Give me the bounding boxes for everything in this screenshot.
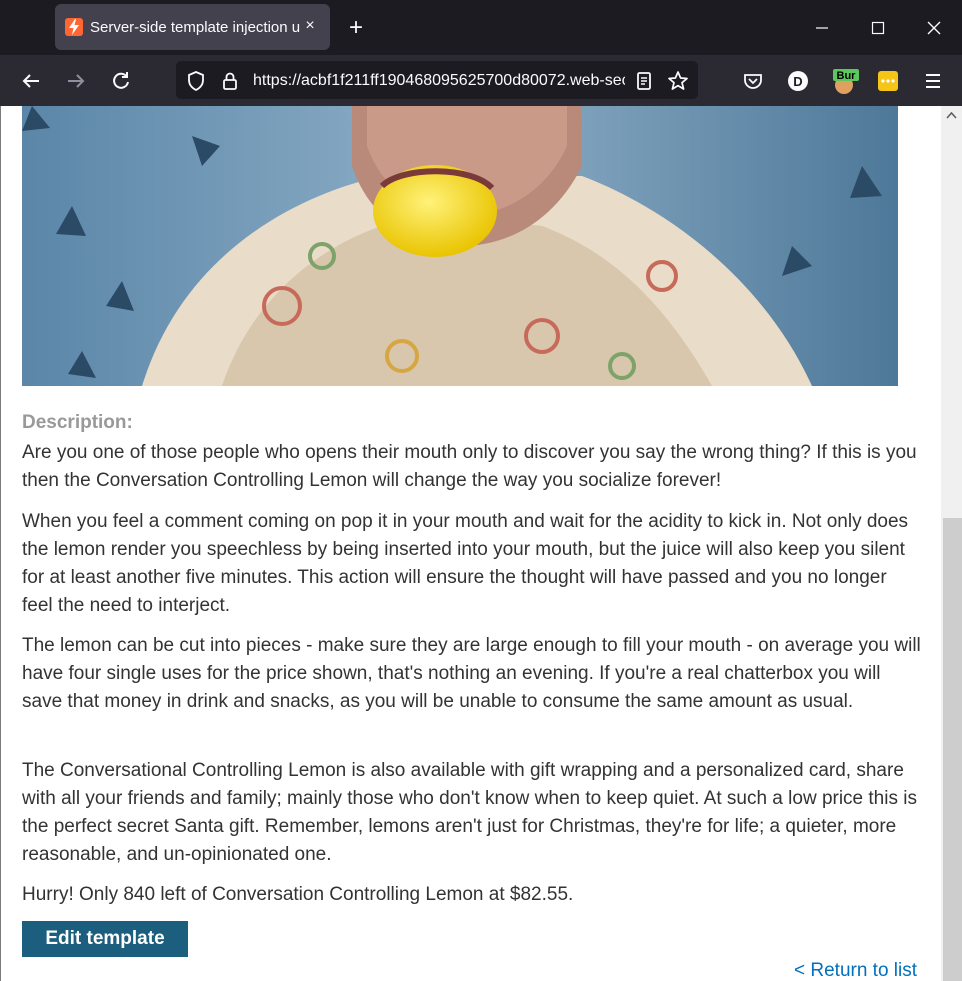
scroll-up-arrow-icon[interactable] <box>941 106 962 124</box>
tab-title: Server-side template injection using <box>90 19 300 36</box>
back-arrow-icon[interactable] <box>17 67 45 95</box>
minimize-icon[interactable] <box>807 14 837 42</box>
lock-icon[interactable] <box>219 70 241 92</box>
reload-icon[interactable] <box>107 67 135 95</box>
description-paragraph: Are you one of those people who opens th… <box>22 442 917 491</box>
browser-navbar: https://acbf1f211ff190468095625700d80072… <box>0 55 962 106</box>
browser-tab-active[interactable]: Server-side template injection using × <box>55 4 330 50</box>
hamburger-menu-icon[interactable] <box>919 67 947 95</box>
edit-template-button[interactable]: Edit template <box>22 921 188 957</box>
window-close-icon[interactable] <box>919 14 949 42</box>
maximize-icon[interactable] <box>863 14 893 42</box>
new-tab-button[interactable]: + <box>343 15 369 41</box>
bookmark-star-icon[interactable] <box>667 70 689 92</box>
reader-view-icon[interactable] <box>633 70 655 92</box>
forward-arrow-icon[interactable] <box>62 67 90 95</box>
return-to-list-link[interactable]: < Return to list <box>794 959 917 981</box>
shield-icon[interactable] <box>185 70 207 92</box>
url-text[interactable]: https://acbf1f211ff190468095625700d80072… <box>253 70 625 92</box>
pocket-icon[interactable] <box>739 67 767 95</box>
stock-message: Hurry! Only 840 left of Conversation Con… <box>22 884 574 905</box>
tab-close-icon[interactable]: × <box>301 17 319 35</box>
burp-extension-icon[interactable]: Bur <box>830 67 859 95</box>
password-manager-icon[interactable] <box>874 67 902 95</box>
profile-initial: D <box>793 74 802 89</box>
scrollbar-thumb[interactable] <box>943 518 962 981</box>
profile-avatar-icon[interactable]: D <box>784 67 812 95</box>
browser-titlebar: Server-side template injection using × + <box>0 0 962 55</box>
product-image <box>22 106 898 386</box>
description-paragraph: The lemon can be cut into pieces - make … <box>22 635 921 712</box>
page-content: Description: Are you one of those people… <box>0 106 942 981</box>
burp-label: Bur <box>837 70 857 82</box>
description-paragraph: When you feel a comment coming on pop it… <box>22 511 909 616</box>
description-paragraph: The Conversational Controlling Lemon is … <box>22 760 917 865</box>
bolt-icon <box>65 18 83 36</box>
address-bar[interactable]: https://acbf1f211ff190468095625700d80072… <box>176 61 698 99</box>
description-label: Description: <box>22 412 133 433</box>
